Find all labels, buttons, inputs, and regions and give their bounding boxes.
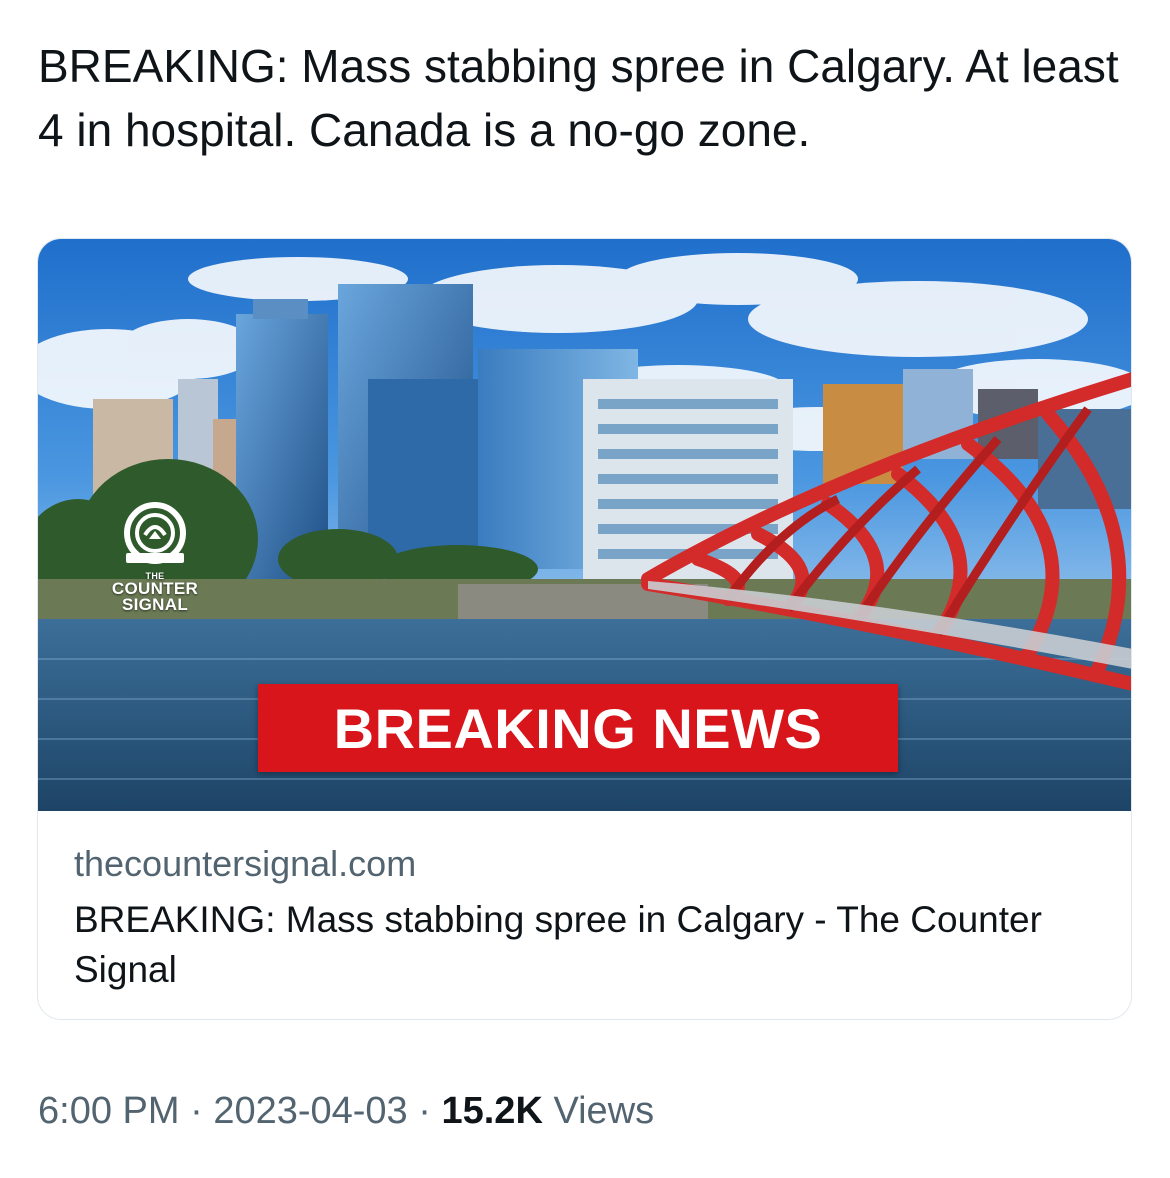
tweet-date[interactable]: 2023-04-03	[213, 1090, 407, 1132]
views-count[interactable]: 15.2K	[441, 1090, 542, 1132]
tweet-text: BREAKING: Mass stabbing spree in Calgary…	[38, 40, 1119, 156]
link-preview-card[interactable]: THE COUNTER SIGNAL BREAKING NEWS thecoun…	[37, 238, 1132, 1020]
card-image[interactable]: THE COUNTER SIGNAL BREAKING NEWS	[38, 239, 1131, 811]
card-meta[interactable]: thecountersignal.com BREAKING: Mass stab…	[38, 811, 1131, 995]
tweet-time[interactable]: 6:00 PM	[38, 1090, 180, 1132]
tweet-meta: 6:00 PM · 2023-04-03 · 15.2K Views	[38, 1090, 654, 1133]
card-title[interactable]: BREAKING: Mass stabbing spree in Calgary…	[74, 895, 1095, 995]
card-domain[interactable]: thecountersignal.com	[74, 841, 1095, 887]
breaking-news-banner: BREAKING NEWS	[258, 684, 898, 772]
meta-separator: ·	[418, 1090, 431, 1132]
counter-signal-logo: THE COUNTER SIGNAL	[90, 501, 220, 613]
logo-line-signal: SIGNAL	[121, 595, 189, 614]
views-label[interactable]: Views	[553, 1090, 654, 1132]
broadcast-logo-icon	[124, 502, 186, 564]
meta-separator: ·	[190, 1090, 203, 1132]
